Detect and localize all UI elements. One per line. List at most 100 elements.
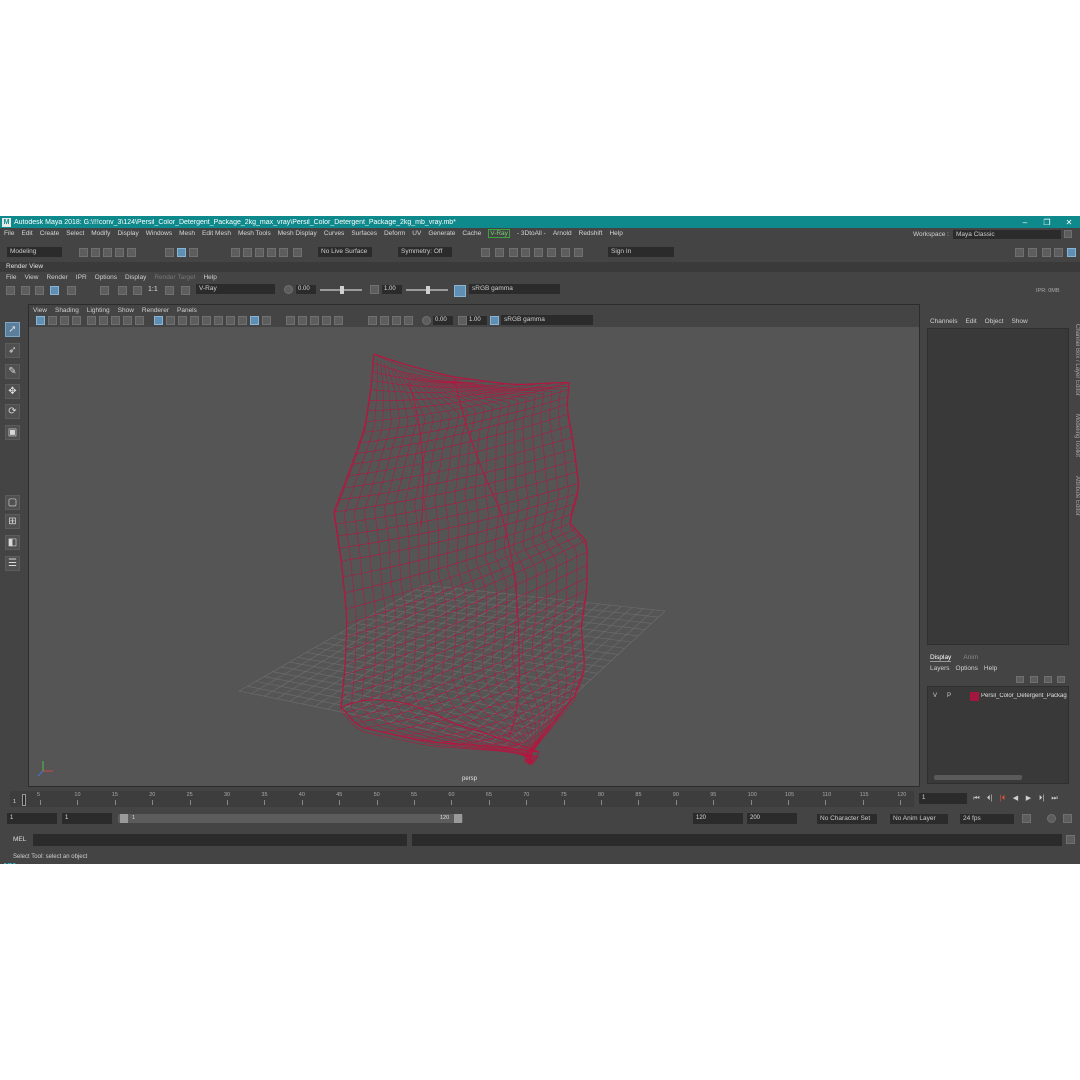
- hud-icon[interactable]: [404, 316, 413, 325]
- shadows-icon[interactable]: [214, 316, 223, 325]
- menu-display[interactable]: Display: [117, 230, 138, 237]
- move-layer-down-icon[interactable]: [1030, 676, 1038, 683]
- ambient-occlusion-icon[interactable]: [226, 316, 235, 325]
- rv-zoom-icon[interactable]: [165, 286, 174, 295]
- xray-icon[interactable]: [250, 316, 259, 325]
- vray-ipr-icon[interactable]: [547, 248, 556, 257]
- textured-icon[interactable]: [190, 316, 199, 325]
- menu-mesh-display[interactable]: Mesh Display: [278, 230, 317, 237]
- go-to-end-button[interactable]: ⏭: [1050, 794, 1059, 803]
- vp-gamma-field[interactable]: 1.00: [467, 316, 487, 325]
- smooth-shade-icon[interactable]: [166, 316, 175, 325]
- menu-windows[interactable]: Windows: [146, 230, 172, 237]
- move-layer-up-icon[interactable]: [1016, 676, 1024, 683]
- channel-box-icon[interactable]: [1067, 248, 1076, 257]
- loop-icon[interactable]: [1022, 814, 1031, 823]
- menu-surfaces[interactable]: Surfaces: [351, 230, 377, 237]
- menu-edit-mesh[interactable]: Edit Mesh: [202, 230, 231, 237]
- play-forwards-button[interactable]: ▶: [1024, 794, 1033, 803]
- detergent-package-wireframe[interactable]: [333, 353, 588, 765]
- single-perspective-layout-icon[interactable]: ▢: [5, 495, 20, 510]
- script-editor-icon[interactable]: [1066, 835, 1075, 844]
- move-tool-icon[interactable]: ✥: [5, 384, 20, 399]
- menu-generate[interactable]: Generate: [428, 230, 455, 237]
- undo-icon[interactable]: [115, 248, 124, 257]
- frame-selected-icon[interactable]: [392, 316, 401, 325]
- outliner-icon[interactable]: ☰: [5, 556, 20, 571]
- workspace-dropdown[interactable]: Maya Classic: [953, 229, 1061, 239]
- snap-grid-icon[interactable]: [231, 248, 240, 257]
- paint-select-tool-icon[interactable]: ✎: [5, 364, 20, 379]
- camera-select-icon[interactable]: [36, 316, 45, 325]
- range-slider[interactable]: 1 120: [118, 814, 463, 823]
- step-forward-key-button[interactable]: ⏵|: [1037, 794, 1046, 803]
- vp-menu-panels[interactable]: Panels: [177, 307, 197, 314]
- cb-menu-channels[interactable]: Channels: [930, 318, 957, 325]
- vp-exposure-field[interactable]: 0.00: [433, 316, 453, 325]
- menu-uv[interactable]: UV: [412, 230, 421, 237]
- image-plane-icon[interactable]: [72, 316, 81, 325]
- frame-all-icon[interactable]: [380, 316, 389, 325]
- select-tool-icon[interactable]: ➚: [5, 322, 20, 337]
- save-scene-icon[interactable]: [103, 248, 112, 257]
- rv-display-alpha-icon[interactable]: [118, 286, 127, 295]
- menu-redshift[interactable]: Redshift: [579, 230, 603, 237]
- antialiasing-icon[interactable]: [334, 316, 343, 325]
- resolution-gate-icon[interactable]: [135, 316, 144, 325]
- snap-point-icon[interactable]: [255, 248, 264, 257]
- viewport-two-icon[interactable]: [368, 316, 377, 325]
- tab-anim[interactable]: Anim: [963, 654, 978, 662]
- color-management-icon[interactable]: [454, 285, 466, 297]
- hardware-fog-icon[interactable]: [322, 316, 331, 325]
- fps-dropdown[interactable]: 24 fps: [960, 814, 1014, 824]
- minimize-button[interactable]: –: [1014, 218, 1036, 227]
- rv-menu-help[interactable]: Help: [203, 274, 216, 281]
- modeling-toolkit-icon[interactable]: [1015, 248, 1024, 257]
- two-d-pan-zoom-icon[interactable]: [87, 316, 96, 325]
- channel-box-area[interactable]: [927, 328, 1069, 645]
- wireframe-icon[interactable]: [154, 316, 163, 325]
- menu-help[interactable]: Help: [609, 230, 622, 237]
- step-back-key-button[interactable]: ⏴|: [985, 794, 994, 803]
- redo-icon[interactable]: [127, 248, 136, 257]
- menu-deform[interactable]: Deform: [384, 230, 405, 237]
- vp-menu-view[interactable]: View: [33, 307, 47, 314]
- snap-plane-icon[interactable]: [267, 248, 276, 257]
- render-frame-icon[interactable]: [481, 248, 490, 257]
- grid-toggle-icon[interactable]: [111, 316, 120, 325]
- vp-color-management-icon[interactable]: [490, 316, 499, 325]
- character-controls-icon[interactable]: [1028, 248, 1037, 257]
- vp-menu-shading[interactable]: Shading: [55, 307, 79, 314]
- go-to-start-button[interactable]: ⏮: [972, 794, 981, 803]
- snap-curve-icon[interactable]: [243, 248, 252, 257]
- play-backwards-button[interactable]: ◀: [1011, 794, 1020, 803]
- vp-menu-lighting[interactable]: Lighting: [87, 307, 110, 314]
- rv-exposure-field[interactable]: 0.00: [296, 285, 316, 294]
- sign-in-button[interactable]: Sign In: [608, 247, 674, 257]
- four-view-layout-icon[interactable]: ⊞: [5, 514, 20, 529]
- rv-ratio-button[interactable]: 1:1: [148, 286, 158, 293]
- gamma-icon[interactable]: [370, 285, 379, 294]
- time-slider-track[interactable]: 1 5 10 15 20 25 30 35 40 45 50 55 60 65 70 75 80 85 90 95 1…: [10, 791, 914, 807]
- tab-channel-box[interactable]: Channel Box / Layer Editor: [1070, 324, 1080, 396]
- rv-frame-icon[interactable]: [181, 286, 190, 295]
- vray-pause-icon[interactable]: [561, 248, 570, 257]
- scene-end-field[interactable]: 200: [747, 813, 797, 824]
- rv-render-icon[interactable]: [6, 286, 15, 295]
- range-slider-end-handle[interactable]: [454, 814, 462, 823]
- vray-vfb-icon[interactable]: [574, 248, 583, 257]
- menu-vray[interactable]: V-Ray: [488, 229, 510, 238]
- render-settings-icon[interactable]: [509, 248, 518, 257]
- layer-row[interactable]: V P Persil_Color_Detergent_Package: [930, 691, 1067, 701]
- menu-mesh-tools[interactable]: Mesh Tools: [238, 230, 271, 237]
- new-layer-icon[interactable]: [1044, 676, 1052, 683]
- playback-end-field[interactable]: 120: [693, 813, 743, 824]
- lasso-tool-icon[interactable]: ➶: [5, 343, 20, 358]
- snap-surface-icon[interactable]: [279, 248, 288, 257]
- anim-layer-dropdown[interactable]: No Anim Layer: [890, 814, 948, 824]
- vray-render-icon[interactable]: [534, 248, 543, 257]
- renderer-dropdown[interactable]: V-Ray: [196, 284, 275, 294]
- rv-menu-view[interactable]: View: [24, 274, 38, 281]
- rv-ipr-icon[interactable]: [21, 286, 30, 295]
- menu-set-dropdown[interactable]: Modeling: [7, 247, 62, 257]
